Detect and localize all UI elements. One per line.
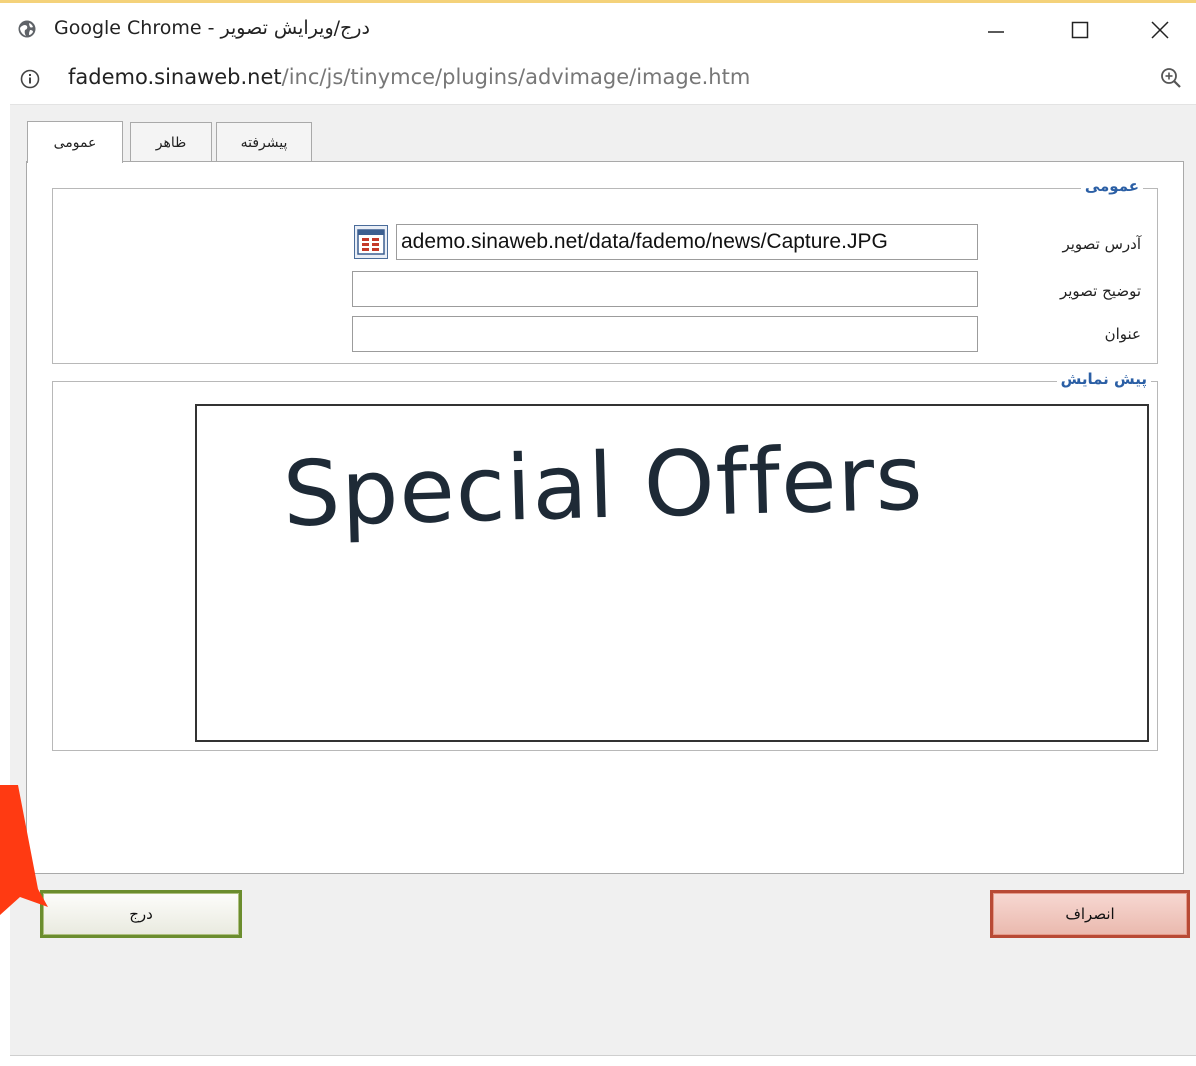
close-button[interactable] [1130,11,1190,49]
url-text: fademo.sinaweb.net/inc/js/tinymce/plugin… [68,65,750,89]
general-legend: عمومی [1080,177,1143,195]
red-arrow-annotation [0,785,48,915]
browse-button[interactable] [354,225,388,259]
zoom-icon[interactable] [1160,67,1182,89]
popup-window: Google Chrome - درج/ویرایش تصویر fademo.… [10,3,1196,1055]
image-alt-label: توضیح تصویر [1059,282,1141,300]
globe-icon [18,20,36,38]
cancel-button-label: انصراف [1065,905,1115,923]
tab-label: ظاهر [155,134,187,151]
screen: Google Chrome - درج/ویرایش تصویر fademo.… [0,0,1196,1066]
window-bottom-edge [10,1055,1196,1066]
image-alt-input[interactable] [352,271,978,307]
preview-image-text: Special Offers [281,425,925,548]
preview-legend: پیش نمایش [1056,370,1151,388]
maximize-icon [1071,21,1089,39]
image-title-input[interactable] [352,316,978,352]
maximize-button[interactable] [1050,11,1110,49]
preview-fieldset: پیش نمایش Special Offers [52,370,1158,751]
general-fieldset: عمومی آدرس تصویر ademo.sinaweb.net/data/… [52,177,1158,364]
tab-general[interactable]: عمومی [27,121,123,163]
close-icon [1151,21,1169,39]
browse-icon [357,229,385,255]
cancel-button[interactable]: انصراف [990,890,1190,938]
info-icon[interactable] [20,69,40,89]
insert-button-label: درج [129,905,153,923]
tab-panel: عمومی آدرس تصویر ademo.sinaweb.net/data/… [26,161,1184,874]
tab-label: عمومی [53,134,97,151]
window-title: Google Chrome - درج/ویرایش تصویر [54,17,370,39]
url-path: /inc/js/tinymce/plugins/advimage/image.h… [281,65,751,89]
minimize-button[interactable] [966,11,1026,49]
tab-advanced[interactable]: پیشرفته [216,122,312,162]
tab-appearance[interactable]: ظاهر [130,122,212,162]
insert-button[interactable]: درج [40,890,242,938]
tab-label: پیشرفته [240,134,288,151]
preview-image: Special Offers [195,404,1149,742]
image-src-input[interactable]: ademo.sinaweb.net/data/fademo/news/Captu… [396,224,978,260]
title-bar: Google Chrome - درج/ویرایش تصویر [10,3,1196,53]
minimize-icon [988,31,1004,33]
address-bar[interactable]: fademo.sinaweb.net/inc/js/tinymce/plugin… [10,53,1196,105]
url-host: fademo.sinaweb.net [68,65,282,89]
image-title-label: عنوان [1104,325,1141,343]
image-src-label: آدرس تصویر [1062,235,1141,253]
